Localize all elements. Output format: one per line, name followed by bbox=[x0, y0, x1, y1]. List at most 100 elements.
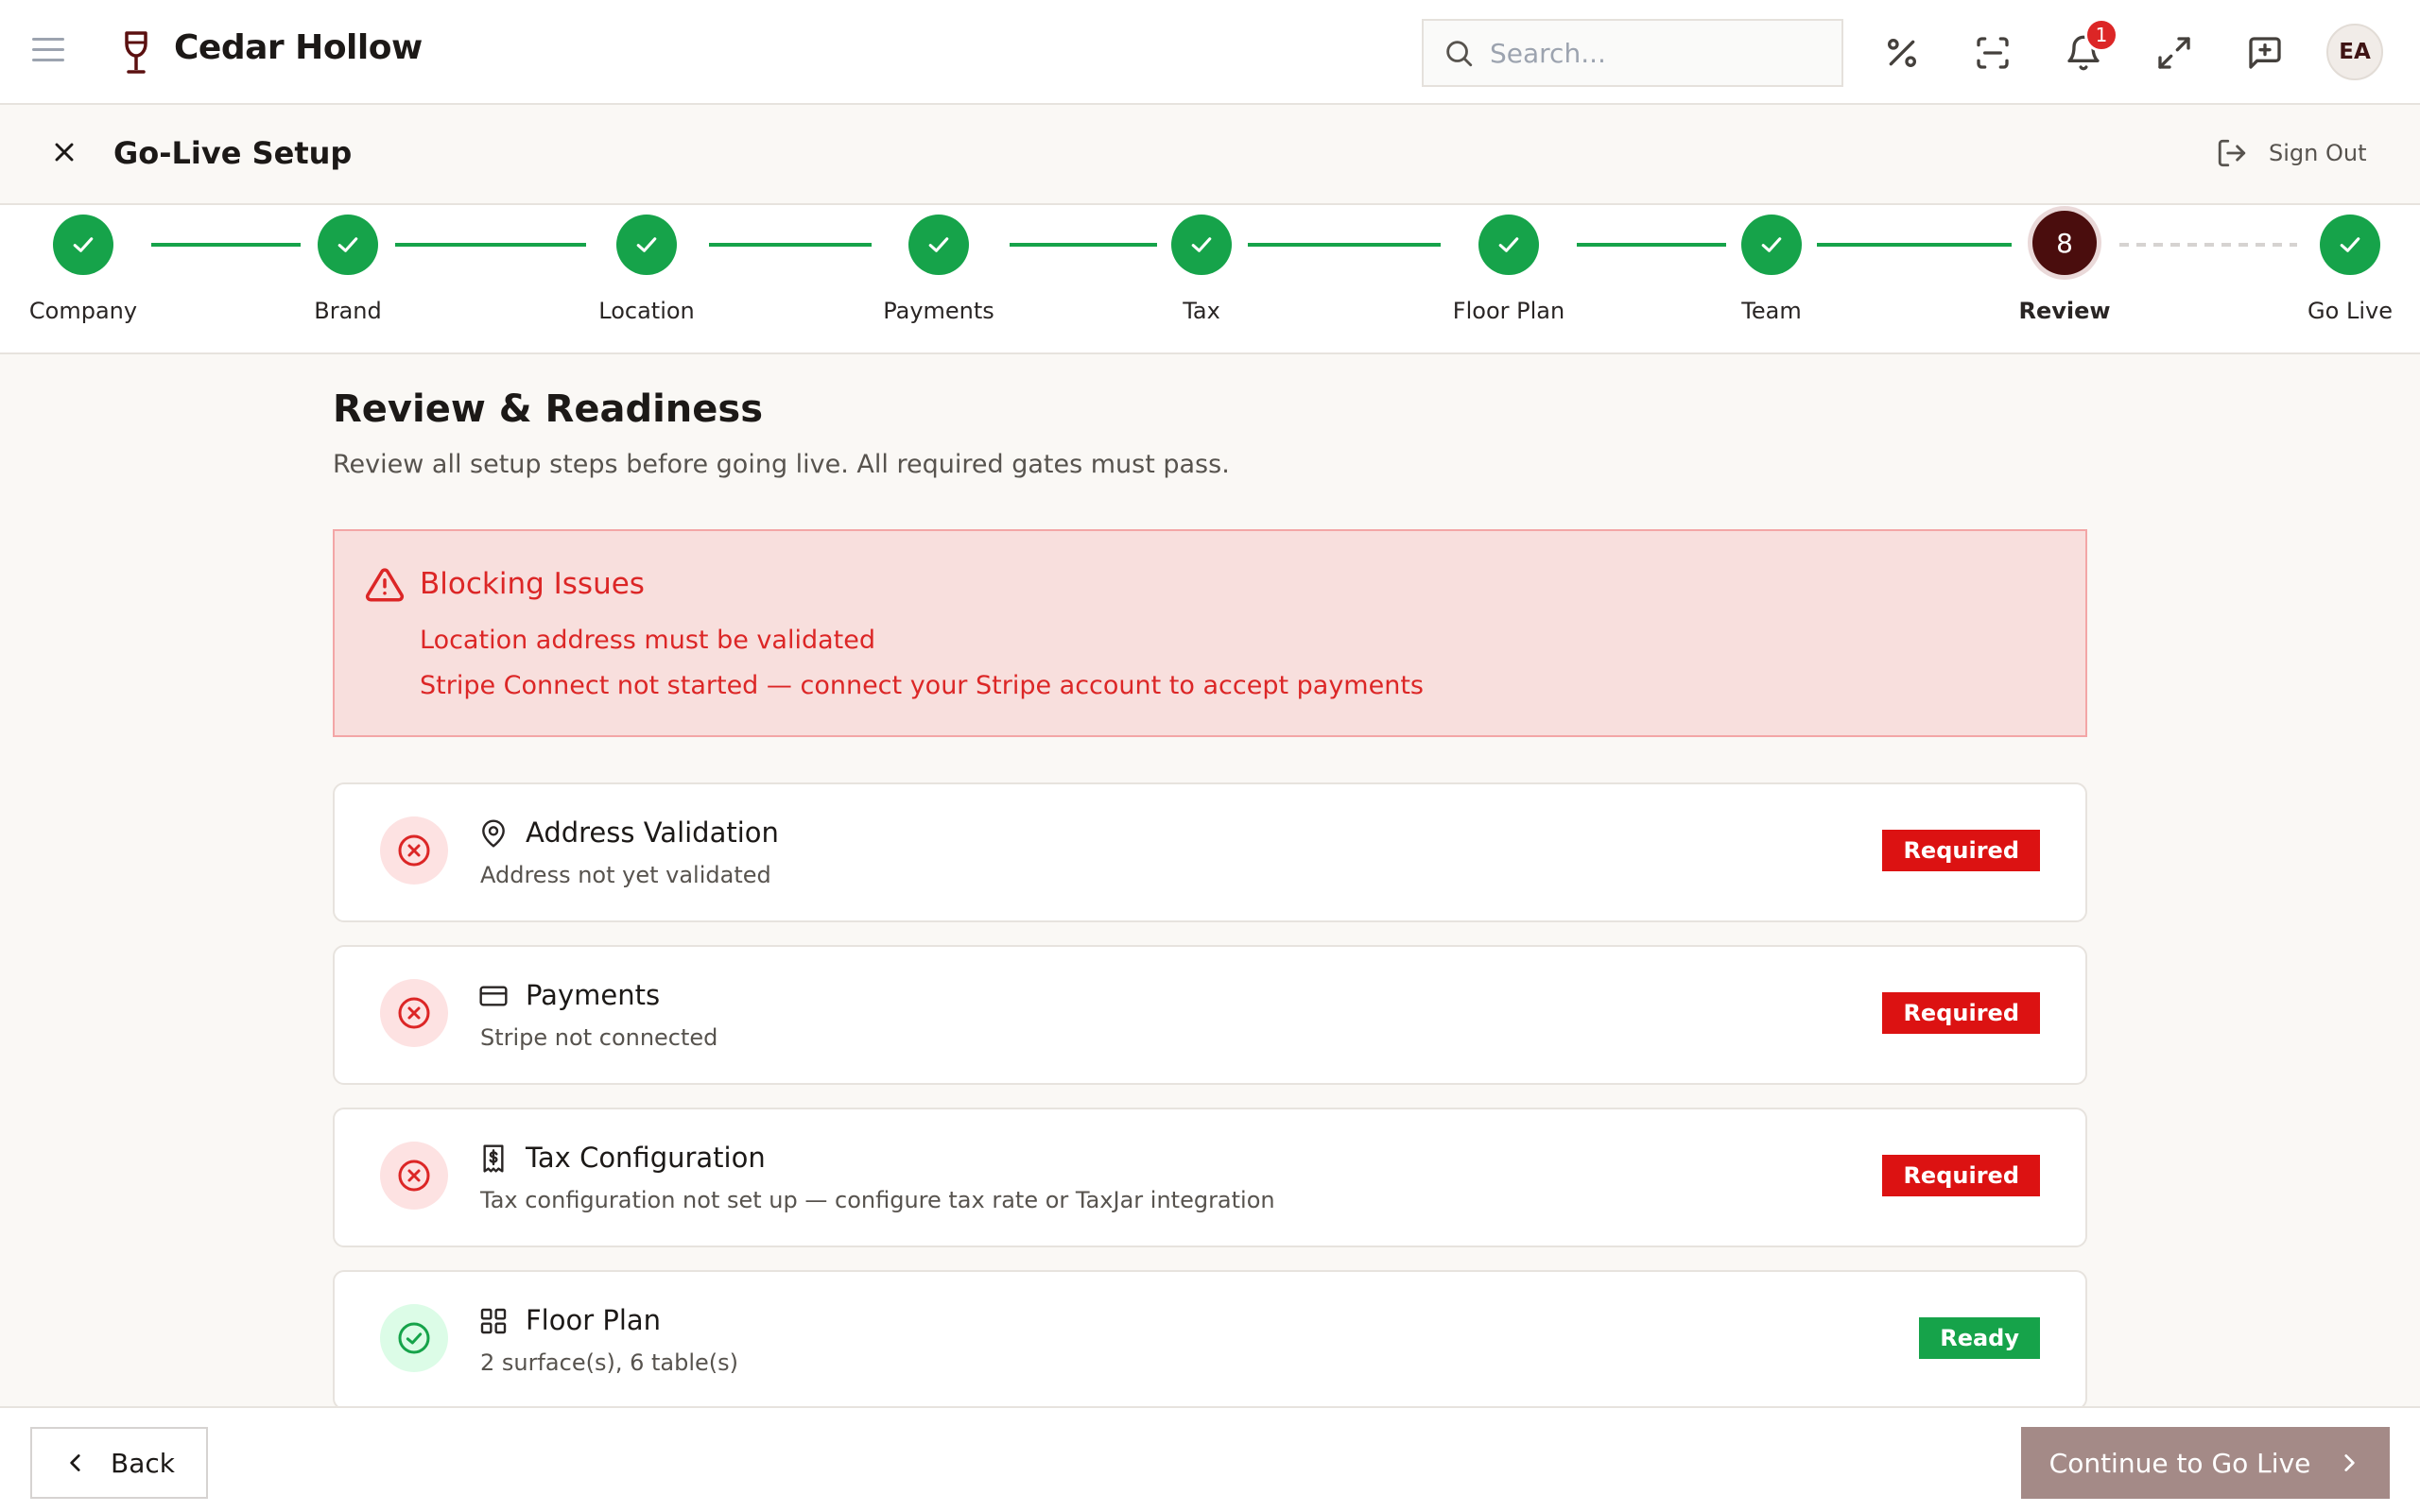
gate-status bbox=[380, 816, 448, 885]
warning-triangle-icon bbox=[365, 568, 405, 602]
step-connector bbox=[1010, 243, 1157, 247]
back-label: Back bbox=[111, 1447, 175, 1479]
continue-to-go-live-button[interactable]: Continue to Go Live bbox=[2021, 1427, 2390, 1499]
app-name: Cedar Hollow bbox=[174, 28, 423, 67]
page-subtitle: Review all setup steps before going live… bbox=[333, 450, 1230, 479]
search-icon bbox=[1446, 41, 1473, 67]
step-label-company: Company bbox=[28, 298, 138, 324]
step-payments[interactable] bbox=[908, 215, 969, 275]
step-brand[interactable] bbox=[318, 215, 378, 275]
map-pin-icon bbox=[482, 819, 505, 848]
gate-title: Tax Configuration bbox=[526, 1142, 766, 1174]
step-label-location: Location bbox=[598, 298, 695, 324]
step-connector bbox=[709, 243, 872, 247]
message-plus-icon bbox=[2249, 37, 2281, 69]
gate-title: Payments bbox=[526, 979, 661, 1011]
percent-icon bbox=[1888, 39, 1916, 67]
gate-status-badge: Required bbox=[1882, 1155, 2040, 1196]
check-icon bbox=[337, 237, 358, 252]
alert-issue: Stripe Connect not started — connect you… bbox=[420, 671, 1424, 700]
gate-status-badge: Required bbox=[1882, 830, 2040, 871]
blocking-issues-alert: Blocking Issues Location address must be… bbox=[333, 529, 2087, 737]
step-label-floor-plan: Floor Plan bbox=[1452, 298, 1565, 324]
gate-status-badge: Ready bbox=[1919, 1317, 2040, 1359]
gate-status bbox=[380, 1142, 448, 1210]
gate-tax-configuration: Tax Configuration Tax configuration not … bbox=[333, 1108, 2087, 1247]
check-icon bbox=[636, 237, 657, 252]
credit-card-icon bbox=[479, 986, 508, 1006]
gate-status-badge: Required bbox=[1882, 992, 2040, 1034]
step-connector bbox=[1817, 243, 2012, 247]
check-circle-icon bbox=[398, 1322, 430, 1354]
footer-bar: Back Continue to Go Live bbox=[0, 1406, 2420, 1512]
step-connector bbox=[1248, 243, 1441, 247]
continue-label: Continue to Go Live bbox=[2048, 1447, 2311, 1479]
chevron-left-icon bbox=[70, 1454, 80, 1471]
gate-description: Stripe not connected bbox=[480, 1024, 718, 1051]
step-label-payments: Payments bbox=[883, 298, 994, 324]
alert-title: Blocking Issues bbox=[420, 567, 645, 601]
step-label-brand: Brand bbox=[314, 298, 382, 324]
wine-glass-logo-icon bbox=[125, 31, 147, 74]
step-go-live[interactable] bbox=[2320, 215, 2380, 275]
step-label-team: Team bbox=[1741, 298, 1802, 324]
hamburger-menu-icon[interactable] bbox=[32, 38, 64, 66]
alert-issue: Location address must be validated bbox=[420, 626, 875, 655]
sign-out-label: Sign Out bbox=[2269, 140, 2367, 166]
percent-button[interactable] bbox=[1883, 34, 1921, 72]
check-icon bbox=[2340, 237, 2360, 252]
chevron-right-icon bbox=[2344, 1454, 2356, 1471]
gate-floor-plan: Floor Plan 2 surface(s), 6 table(s) Read… bbox=[333, 1270, 2087, 1410]
step-connector-pending bbox=[2119, 243, 2297, 247]
back-button[interactable]: Back bbox=[30, 1427, 208, 1499]
step-review[interactable]: 8 bbox=[2032, 211, 2097, 275]
gate-title: Address Validation bbox=[526, 816, 779, 849]
receipt-icon bbox=[483, 1144, 504, 1173]
fullscreen-button[interactable] bbox=[2155, 34, 2193, 72]
sign-out-button[interactable]: Sign Out bbox=[2216, 137, 2367, 169]
setup-header: Go-Live Setup Sign Out bbox=[0, 105, 2420, 205]
step-label-tax: Tax bbox=[1183, 298, 1220, 324]
check-icon bbox=[1498, 237, 1519, 252]
check-icon bbox=[1191, 237, 1212, 252]
expand-icon bbox=[2158, 37, 2190, 69]
step-team[interactable] bbox=[1741, 215, 1802, 275]
step-label-go-live: Go Live bbox=[2308, 298, 2393, 324]
step-floor-plan[interactable] bbox=[1478, 215, 1539, 275]
top-bar: Cedar Hollow 1 EA bbox=[0, 0, 2420, 105]
user-avatar[interactable]: EA bbox=[2326, 24, 2383, 80]
log-out-icon bbox=[2218, 139, 2246, 167]
search-box[interactable] bbox=[1422, 19, 1843, 87]
grid-icon bbox=[480, 1308, 507, 1334]
gate-status bbox=[380, 1304, 448, 1372]
x-circle-icon bbox=[398, 997, 430, 1029]
gate-description: Address not yet validated bbox=[480, 862, 771, 888]
page-title: Review & Readiness bbox=[333, 387, 764, 431]
setup-title: Go-Live Setup bbox=[113, 135, 353, 171]
step-label-review: Review bbox=[2018, 298, 2111, 324]
scan-icon bbox=[1977, 37, 2009, 69]
gate-description: Tax configuration not set up — configure… bbox=[480, 1187, 1275, 1213]
notification-badge: 1 bbox=[2084, 18, 2118, 52]
check-icon bbox=[1761, 237, 1782, 252]
x-circle-icon bbox=[398, 1160, 430, 1192]
step-connector bbox=[1577, 243, 1726, 247]
gate-address-validation: Address Validation Address not yet valid… bbox=[333, 782, 2087, 922]
gate-payments: Payments Stripe not connected Required bbox=[333, 945, 2087, 1085]
x-circle-icon bbox=[398, 834, 430, 867]
check-icon bbox=[73, 237, 94, 252]
feedback-button[interactable] bbox=[2246, 34, 2284, 72]
step-tax[interactable] bbox=[1171, 215, 1232, 275]
step-connector bbox=[151, 243, 301, 247]
close-icon[interactable] bbox=[49, 137, 79, 167]
check-icon bbox=[928, 237, 949, 252]
step-connector bbox=[395, 243, 586, 247]
gate-status bbox=[380, 979, 448, 1047]
search-input[interactable] bbox=[1490, 37, 1811, 69]
scan-button[interactable] bbox=[1974, 34, 2012, 72]
step-location[interactable] bbox=[616, 215, 677, 275]
gate-description: 2 surface(s), 6 table(s) bbox=[480, 1349, 738, 1376]
gate-title: Floor Plan bbox=[526, 1304, 662, 1336]
setup-stepper: Company Brand Location Payments Tax Floo… bbox=[0, 205, 2420, 354]
step-company[interactable] bbox=[53, 215, 113, 275]
